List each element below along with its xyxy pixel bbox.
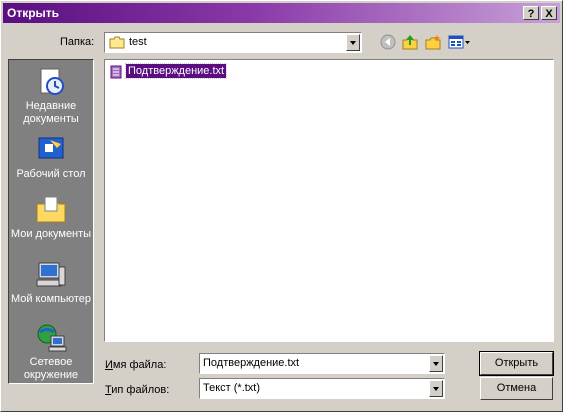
place-label: Рабочий стол [16,168,86,180]
filename-label: Имя файла: [105,359,167,371]
folder-icon [109,36,125,49]
lookin-combo[interactable]: test [104,32,362,53]
filetype-select[interactable]: Текст (*.txt) [199,378,445,399]
lookin-dropdown-button[interactable] [346,34,360,51]
filename-dropdown-button[interactable] [429,355,443,372]
my-documents-icon [36,196,66,223]
file-list[interactable]: Подтверждение.txt [104,59,554,342]
place-recent-documents[interactable]: Недавние документы [9,66,93,126]
place-my-computer[interactable]: Мой компьютер [9,259,93,306]
lookin-label: Папка: [60,36,95,48]
help-button[interactable]: ? [523,6,539,20]
window-title: Открыть [7,6,60,20]
network-icon [37,324,67,352]
my-computer-icon [36,262,66,287]
place-desktop[interactable]: Рабочий стол [9,134,93,181]
desktop-icon [38,137,64,159]
new-folder-icon[interactable] [425,34,441,50]
filename-value: Подтверждение.txt [203,357,300,369]
up-folder-icon[interactable] [402,34,418,50]
filetype-label-rest: ип файлов: [111,384,170,396]
place-label: Недавние документы [23,100,79,125]
filename-label-rest: мя файла: [112,359,167,371]
text-file-icon [110,65,122,79]
place-label: Мои документы [10,228,92,240]
filetype-label: Тип файлов: [105,384,170,396]
open-button[interactable]: Открыть [479,351,554,376]
place-label: Сетевое окружение [23,356,79,381]
file-name: Подтверждение.txt [124,63,228,79]
back-icon[interactable] [380,34,396,50]
filetype-dropdown-button[interactable] [429,380,443,397]
places-bar: Недавние документы Рабочий стол Мои доку… [8,59,94,384]
place-label: Мой компьютер [10,293,92,305]
recent-documents-icon [40,68,64,95]
cancel-button[interactable]: Отмена [480,377,553,400]
filename-input[interactable]: Подтверждение.txt [199,353,445,374]
close-button[interactable]: X [541,6,557,20]
filetype-value: Текст (*.txt) [203,382,261,394]
place-network[interactable]: Сетевое окружение [9,322,93,382]
lookin-value: test [129,36,147,48]
open-dialog: Открыть ? X Папка: test Недавние докумен… [0,0,563,412]
view-menu-icon[interactable] [448,34,472,50]
place-my-documents[interactable]: Мои документы [9,194,93,241]
title-bar[interactable]: Открыть ? X [3,3,560,23]
